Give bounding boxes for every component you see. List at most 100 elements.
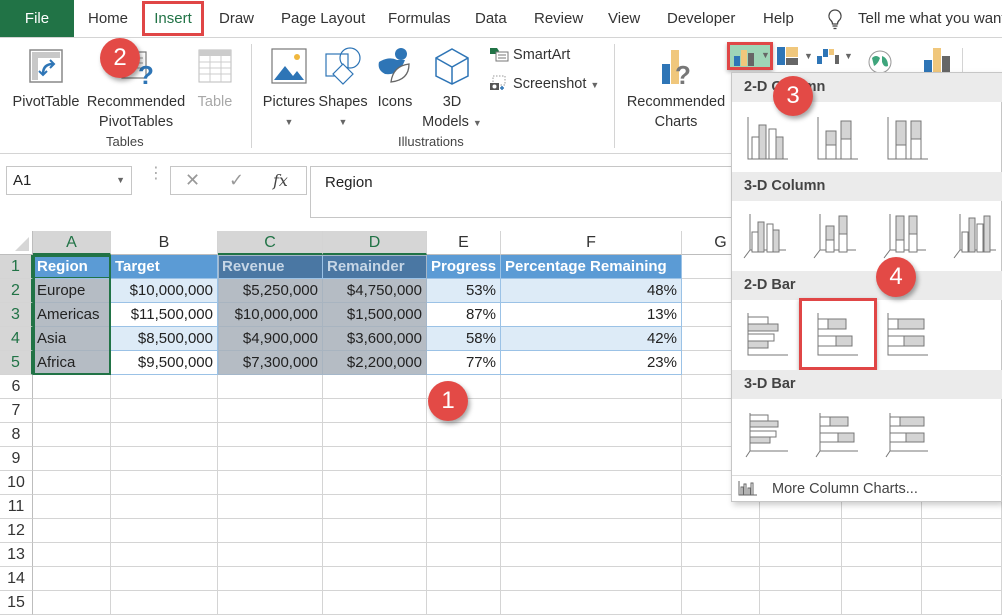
header-cell[interactable]: Target bbox=[111, 255, 218, 279]
3d-column-icon[interactable] bbox=[952, 210, 1002, 262]
stacked-column-icon[interactable] bbox=[814, 113, 874, 165]
row-header-9[interactable]: 9 bbox=[0, 447, 33, 471]
empty-cell[interactable] bbox=[501, 567, 682, 591]
empty-cell[interactable] bbox=[323, 567, 427, 591]
header-cell[interactable]: Remainder bbox=[323, 255, 427, 279]
row-header-5[interactable]: 5 bbox=[0, 351, 33, 375]
empty-cell[interactable] bbox=[218, 423, 323, 447]
data-cell[interactable]: 42% bbox=[501, 327, 682, 351]
empty-cell[interactable] bbox=[323, 519, 427, 543]
3d-100-stacked-column-icon[interactable] bbox=[882, 210, 942, 262]
empty-cell[interactable] bbox=[33, 399, 111, 423]
3d-clustered-bar-icon[interactable] bbox=[744, 409, 804, 461]
row-header-3[interactable]: 3 bbox=[0, 303, 33, 327]
data-cell[interactable]: Asia bbox=[33, 327, 111, 351]
empty-cell[interactable] bbox=[501, 399, 682, 423]
empty-cell[interactable] bbox=[922, 543, 1002, 567]
empty-cell[interactable] bbox=[33, 543, 111, 567]
empty-cell[interactable] bbox=[501, 423, 682, 447]
column-header-c[interactable]: C bbox=[218, 231, 323, 255]
3d-clustered-column-icon[interactable] bbox=[742, 210, 802, 262]
data-cell[interactable]: $5,250,000 bbox=[218, 279, 323, 303]
empty-cell[interactable] bbox=[501, 543, 682, 567]
empty-cell[interactable] bbox=[33, 447, 111, 471]
empty-cell[interactable] bbox=[218, 543, 323, 567]
empty-cell[interactable] bbox=[682, 519, 760, 543]
empty-cell[interactable] bbox=[501, 471, 682, 495]
empty-cell[interactable] bbox=[33, 495, 111, 519]
column-header-a[interactable]: A bbox=[33, 231, 111, 255]
data-cell[interactable]: $3,600,000 bbox=[323, 327, 427, 351]
empty-cell[interactable] bbox=[111, 471, 218, 495]
row-header-15[interactable]: 15 bbox=[0, 591, 33, 615]
tab-home[interactable]: Home bbox=[84, 0, 132, 37]
enter-icon[interactable]: ✓ bbox=[229, 170, 244, 191]
tab-developer[interactable]: Developer bbox=[663, 0, 739, 37]
empty-cell[interactable] bbox=[218, 375, 323, 399]
empty-cell[interactable] bbox=[111, 567, 218, 591]
header-cell[interactable]: Region bbox=[33, 255, 111, 279]
data-cell[interactable]: Americas bbox=[33, 303, 111, 327]
empty-cell[interactable] bbox=[323, 471, 427, 495]
data-cell[interactable]: 58% bbox=[427, 327, 501, 351]
empty-cell[interactable] bbox=[33, 567, 111, 591]
data-cell[interactable]: 13% bbox=[501, 303, 682, 327]
header-cell[interactable]: Revenue bbox=[218, 255, 323, 279]
insert-function-icon[interactable]: fx bbox=[273, 171, 288, 190]
empty-cell[interactable] bbox=[218, 591, 323, 615]
data-cell[interactable]: $2,200,000 bbox=[323, 351, 427, 375]
empty-cell[interactable] bbox=[111, 375, 218, 399]
smartart-button[interactable]: SmartArt bbox=[489, 46, 570, 63]
row-header-2[interactable]: 2 bbox=[0, 279, 33, 303]
column-header-e[interactable]: E bbox=[427, 231, 501, 255]
clustered-column-icon[interactable] bbox=[744, 113, 804, 165]
empty-cell[interactable] bbox=[501, 447, 682, 471]
data-cell[interactable]: 53% bbox=[427, 279, 501, 303]
pictures-button[interactable]: Pictures ▼ bbox=[262, 46, 316, 132]
empty-cell[interactable] bbox=[218, 447, 323, 471]
row-header-13[interactable]: 13 bbox=[0, 543, 33, 567]
empty-cell[interactable] bbox=[427, 447, 501, 471]
tab-formulas[interactable]: Formulas bbox=[384, 0, 455, 37]
empty-cell[interactable] bbox=[760, 543, 842, 567]
empty-cell[interactable] bbox=[842, 519, 922, 543]
empty-cell[interactable] bbox=[111, 591, 218, 615]
column-header-b[interactable]: B bbox=[111, 231, 218, 255]
3d-stacked-column-icon[interactable] bbox=[812, 210, 872, 262]
pivottable-button[interactable]: PivotTable bbox=[8, 46, 84, 112]
empty-cell[interactable] bbox=[111, 399, 218, 423]
empty-cell[interactable] bbox=[501, 375, 682, 399]
data-cell[interactable]: 87% bbox=[427, 303, 501, 327]
row-header-6[interactable]: 6 bbox=[0, 375, 33, 399]
empty-cell[interactable] bbox=[682, 567, 760, 591]
tab-help[interactable]: Help bbox=[759, 0, 798, 37]
empty-cell[interactable] bbox=[33, 375, 111, 399]
empty-cell[interactable] bbox=[323, 543, 427, 567]
tell-me-search[interactable]: Tell me what you want to do bbox=[858, 0, 1002, 37]
data-cell[interactable]: 48% bbox=[501, 279, 682, 303]
empty-cell[interactable] bbox=[682, 543, 760, 567]
formula-bar-grip-icon[interactable]: ⋮ bbox=[148, 166, 164, 182]
empty-cell[interactable] bbox=[922, 519, 1002, 543]
empty-cell[interactable] bbox=[427, 567, 501, 591]
empty-cell[interactable] bbox=[323, 447, 427, 471]
formula-input[interactable]: Region bbox=[310, 166, 740, 218]
empty-cell[interactable] bbox=[501, 519, 682, 543]
data-cell[interactable]: $4,750,000 bbox=[323, 279, 427, 303]
data-cell[interactable]: $11,500,000 bbox=[111, 303, 218, 327]
empty-cell[interactable] bbox=[323, 495, 427, 519]
empty-cell[interactable] bbox=[501, 591, 682, 615]
table-button[interactable]: Table bbox=[190, 46, 240, 112]
empty-cell[interactable] bbox=[33, 423, 111, 447]
empty-cell[interactable] bbox=[218, 519, 323, 543]
empty-cell[interactable] bbox=[33, 591, 111, 615]
more-column-charts-link[interactable]: More Column Charts... bbox=[732, 475, 1002, 503]
icons-button[interactable]: Icons bbox=[374, 46, 416, 112]
empty-cell[interactable] bbox=[33, 519, 111, 543]
data-cell[interactable]: $10,000,000 bbox=[218, 303, 323, 327]
100-stacked-column-icon[interactable] bbox=[884, 113, 944, 165]
select-all-corner[interactable] bbox=[0, 231, 33, 255]
empty-cell[interactable] bbox=[842, 567, 922, 591]
empty-cell[interactable] bbox=[111, 495, 218, 519]
data-cell[interactable]: 23% bbox=[501, 351, 682, 375]
